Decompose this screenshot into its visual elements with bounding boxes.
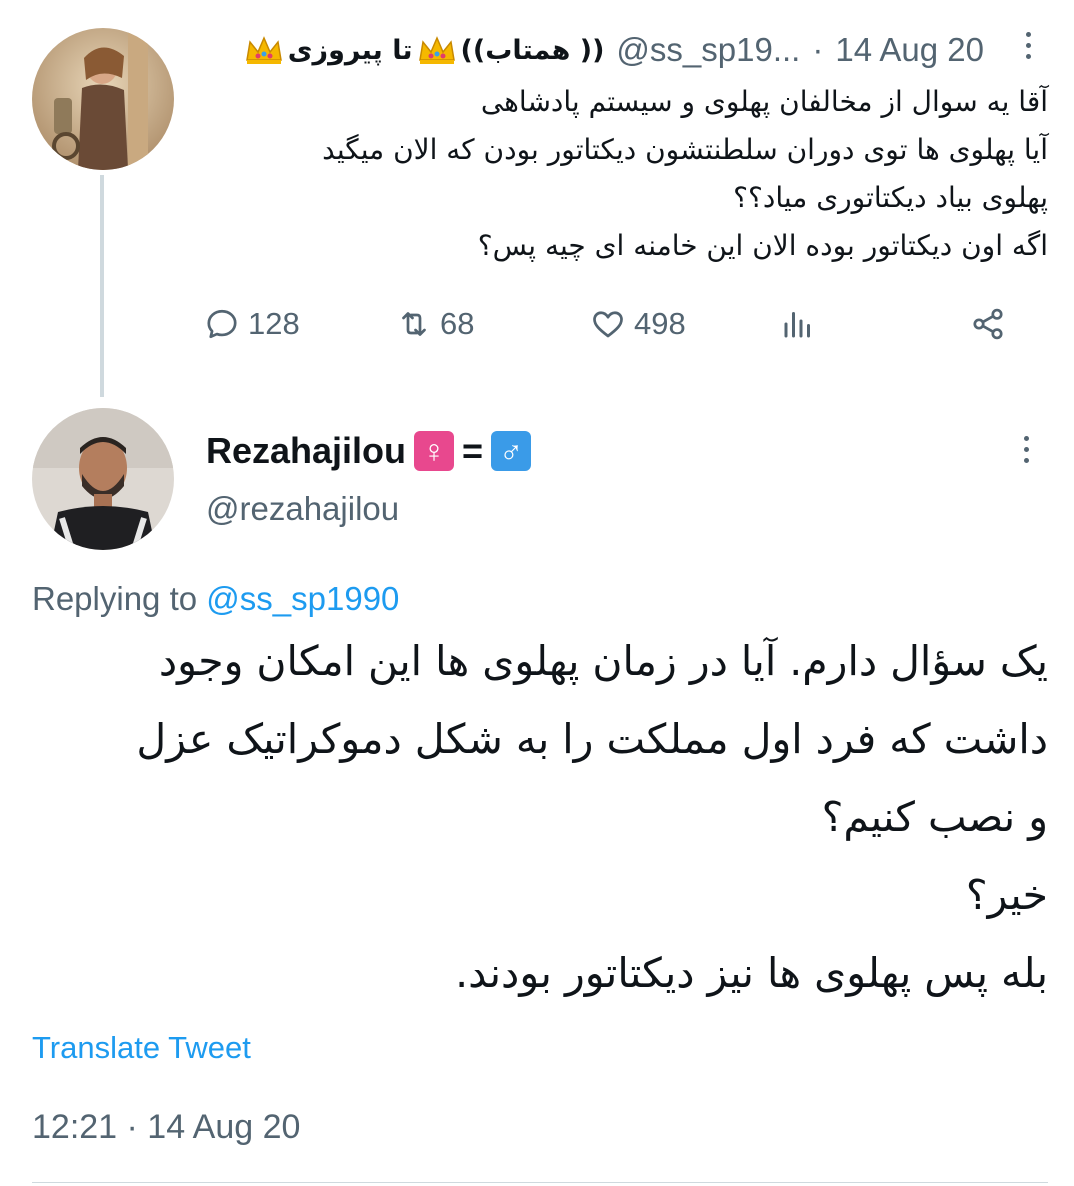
retweet-button[interactable]: 68 [396, 302, 474, 346]
translate-tweet-link[interactable]: Translate Tweet [32, 1030, 251, 1066]
main-text-line: خیر؟ [965, 871, 1048, 919]
tweet-timestamp[interactable]: 12:21 · 14 Aug 20 [32, 1108, 300, 1147]
main-author-name[interactable]: Rezahajilou ♀ = ♂ [206, 430, 532, 472]
like-icon [593, 311, 623, 338]
reply-icon [207, 309, 237, 339]
more-icon[interactable] [1024, 32, 1032, 59]
parent-text-line: اگه اون دیکتاتور بوده الان این خامنه ای … [477, 229, 1048, 262]
parent-text-line: آقا یه سوال از مخالفان پهلوی و سیستم پاد… [480, 85, 1048, 118]
replying-label: Replying to [32, 580, 198, 617]
meta-separator: · [812, 31, 824, 68]
main-text-line: یک سؤال دارم. آیا در زمان پهلوی ها این ا… [158, 637, 1048, 685]
main-text-line: بله پس پهلوی ها نیز دیکتاتور بودند. [455, 949, 1048, 997]
more-icon[interactable] [1022, 436, 1030, 463]
parent-author-avatar[interactable] [32, 28, 174, 170]
main-author-name-text: Rezahajilou [206, 430, 407, 471]
parent-text-line: پهلوی بیاد دیکتاتوری میاد؟؟ [733, 181, 1048, 214]
share-icon [973, 308, 1003, 340]
reply-button[interactable]: 128 [204, 302, 300, 346]
share-button[interactable] [970, 302, 1006, 346]
parent-tweet-header: تا پیروزی ((همتاب )) @ss_sp19... · 14 Au… [196, 28, 1036, 72]
analytics-icon [784, 312, 810, 338]
main-text-line: و نصب کنیم؟ [821, 793, 1048, 841]
parent-author-handle[interactable]: @ss_sp19... [616, 31, 800, 69]
analytics-button[interactable] [780, 302, 816, 346]
main-tweet-text: یک سؤال دارم. آیا در زمان پهلوی ها این ا… [32, 622, 1048, 1012]
parent-author-name-part-1: تا پیروزی [287, 34, 413, 66]
retweet-count: 68 [440, 306, 475, 341]
crown-icon [417, 34, 457, 66]
replying-to-link[interactable]: @ss_sp1990 [206, 580, 399, 617]
parent-author-name[interactable]: تا پیروزی ((همتاب )) [244, 34, 605, 66]
main-author-handle[interactable]: @rezahajilou [206, 490, 399, 528]
parent-author-name-part-2: ((همتاب )) [460, 34, 605, 66]
equals-sign: = [462, 430, 484, 471]
like-button[interactable]: 498 [590, 302, 686, 346]
male-sign-icon: ♂ [491, 431, 532, 471]
divider [32, 1182, 1048, 1183]
parent-text-line: آیا پهلوی ها توی دوران سلطنتشون دیکتاتور… [322, 133, 1048, 166]
parent-tweet-text: آقا یه سوال از مخالفان پهلوی و سیستم پاد… [196, 78, 1048, 270]
main-author-avatar[interactable] [32, 408, 174, 550]
reply-count: 128 [248, 306, 300, 341]
female-sign-icon: ♀ [414, 431, 455, 471]
crown-icon [244, 34, 284, 66]
main-text-line: داشت که فرد اول مملکت را به شکل دموکراتی… [136, 715, 1048, 763]
replying-to: Replying to @ss_sp1990 [32, 580, 399, 618]
retweet-icon [402, 312, 426, 336]
parent-tweet-actions: 128 68 498 [204, 302, 1024, 346]
like-count: 498 [634, 306, 686, 341]
thread-connector-line [100, 175, 104, 397]
parent-tweet-date[interactable]: 14 Aug 20 [835, 31, 984, 69]
